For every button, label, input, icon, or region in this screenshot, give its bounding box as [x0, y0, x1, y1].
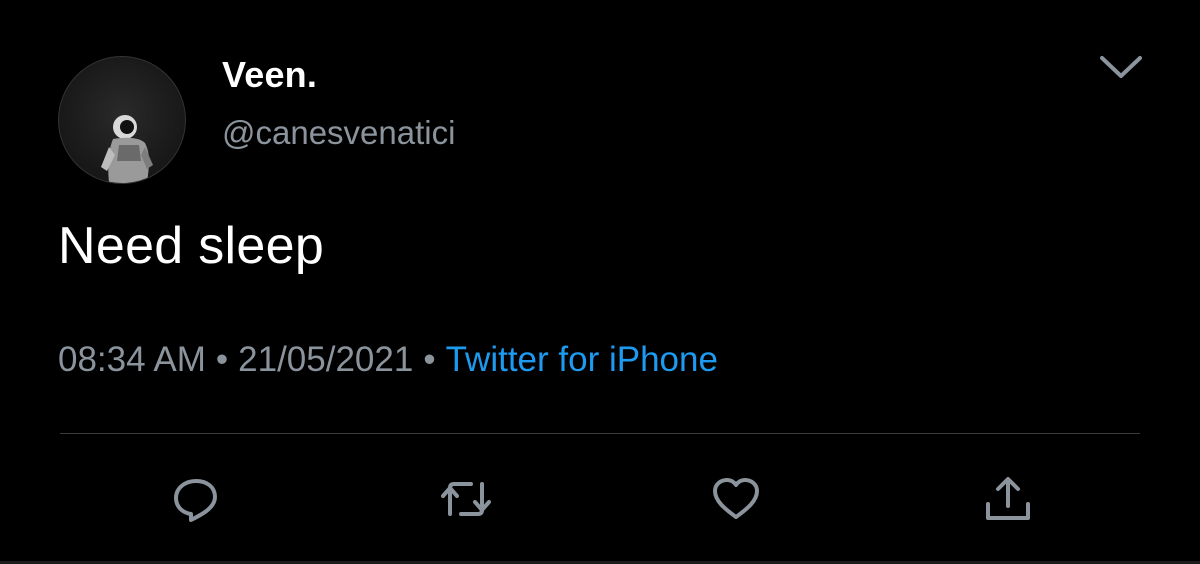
user-handle[interactable]: @canesvenatici — [222, 114, 455, 152]
reply-button[interactable] — [171, 474, 221, 524]
retweet-icon — [441, 482, 491, 516]
meta-separator: • — [215, 340, 229, 379]
astronaut-image — [101, 115, 153, 183]
meta-separator: • — [423, 340, 436, 379]
tweet-meta: 08:34 AM • 21/05/2021 • Twitter for iPhone — [58, 340, 718, 380]
tweet-date[interactable]: 21/05/2021 — [238, 340, 413, 379]
tweet-text: Need sleep — [58, 217, 325, 275]
tweet-detail: Veen. @canesvenatici Need sleep 08:34 AM… — [0, 0, 1200, 564]
share-icon — [986, 477, 1030, 520]
tweet-source-link[interactable]: Twitter for iPhone — [446, 340, 718, 379]
divider — [60, 433, 1140, 434]
reply-icon — [174, 479, 217, 522]
heart-icon — [713, 478, 759, 519]
tweet-time[interactable]: 08:34 AM — [58, 340, 206, 379]
display-name[interactable]: Veen. — [222, 54, 317, 96]
avatar[interactable] — [58, 56, 186, 184]
like-button[interactable] — [711, 474, 761, 524]
share-button[interactable] — [983, 474, 1033, 524]
retweet-button[interactable] — [441, 474, 491, 524]
chevron-down-icon[interactable] — [1098, 52, 1144, 82]
